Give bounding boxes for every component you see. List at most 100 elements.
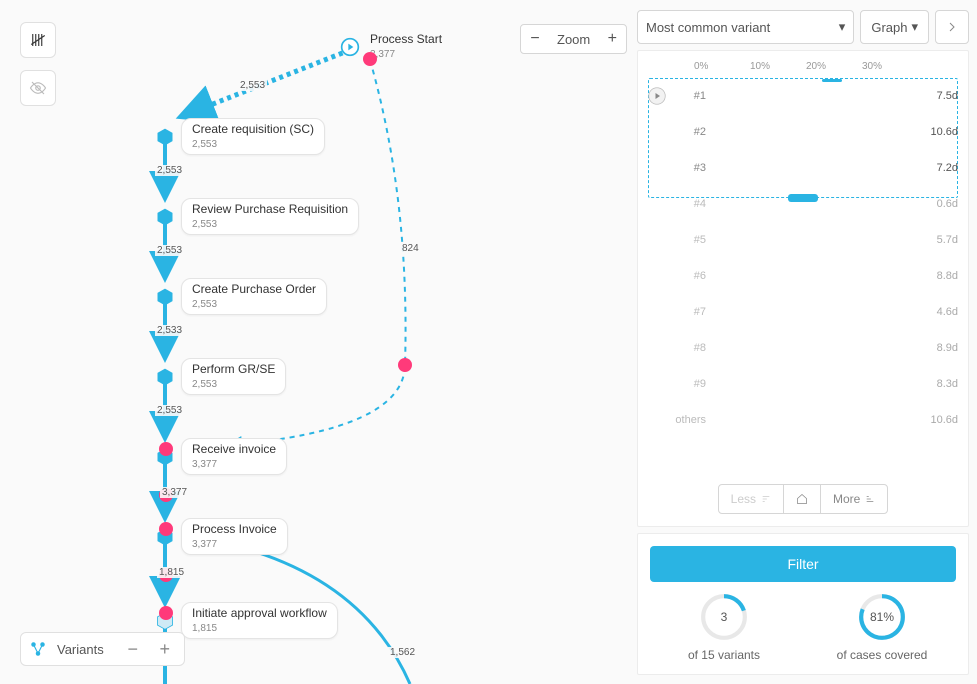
edge-label: 2,553 (155, 405, 184, 416)
bar-wrap (712, 87, 916, 105)
node-process-invoice[interactable]: Process Invoice3,377 (155, 518, 288, 555)
edges-layer (0, 0, 630, 684)
hex-icon (155, 207, 175, 227)
variant-duration: 10.6d (922, 126, 958, 138)
variants-icon (29, 640, 47, 658)
sort-desc-icon (865, 494, 875, 504)
donut-cases: 81% (857, 592, 907, 642)
milestone-dot (159, 606, 173, 620)
node-perform-grse[interactable]: Perform GR/SE2,553 (155, 358, 286, 395)
bar-wrap (712, 267, 916, 285)
variant-rank: #5 (672, 234, 706, 246)
variants-control: Variants − + (20, 632, 185, 666)
bar-wrap (712, 411, 916, 429)
variant-row[interactable]: others 10.6d (648, 402, 958, 438)
milestone-dot (363, 52, 377, 66)
filter-button[interactable]: Filter (650, 546, 956, 582)
edge-label: 1,562 (388, 647, 417, 658)
zoom-in-button[interactable]: + (598, 25, 626, 53)
stat-cases: 81% of cases covered (808, 592, 956, 662)
edge-label: 2,553 (155, 165, 184, 176)
variant-row[interactable]: #6 8.8d (648, 258, 958, 294)
chart-axis: 0%10%20%30% (648, 61, 958, 72)
bar-wrap (712, 159, 916, 177)
variant-rank: #2 (672, 126, 706, 138)
less-button[interactable]: Less (718, 484, 784, 514)
zoom-out-button[interactable]: − (521, 25, 549, 53)
variant-rank: #8 (672, 342, 706, 354)
donut-variants: 3 (699, 592, 749, 642)
sort-asc-icon (761, 494, 771, 504)
node-review-requisition[interactable]: Review Purchase Requisition2,553 (155, 198, 359, 235)
variant-duration: 7.5d (922, 90, 958, 102)
hex-icon (155, 367, 175, 387)
milestone-dot (159, 522, 173, 536)
less-more-controls: Less More (648, 484, 958, 514)
variant-row[interactable]: #2 10.6d (648, 114, 958, 150)
variant-row[interactable]: #37.2d (648, 150, 958, 186)
filter-card: Filter 3 of 15 variants 81% of cases cov… (637, 533, 969, 675)
variant-sort-select[interactable]: Most common variant ▾ (637, 10, 854, 44)
home-button[interactable] (784, 484, 820, 514)
variant-row[interactable]: #8 8.9d (648, 330, 958, 366)
edge-label: 1,815 (157, 567, 186, 578)
bar-wrap (712, 303, 916, 321)
chevron-right-icon (946, 21, 958, 33)
variant-row[interactable]: #5 5.7d (648, 222, 958, 258)
tally-icon (29, 31, 47, 49)
play-icon (648, 87, 666, 105)
eye-off-icon (29, 79, 47, 97)
node-create-requisition[interactable]: Create requisition (SC)2,553 (155, 118, 325, 155)
variant-rank: #1 (672, 90, 706, 102)
bar-wrap (712, 339, 916, 357)
node-receive-invoice[interactable]: Receive invoice3,377 (155, 438, 287, 475)
edge-label: 2,553 (238, 80, 267, 91)
milestone-dot (398, 358, 412, 372)
hex-icon (155, 287, 175, 307)
variant-duration: 0.6d (922, 198, 958, 210)
visibility-button[interactable] (20, 70, 56, 106)
graph-mode-button[interactable]: Graph▾ (860, 10, 929, 44)
process-start-label: Process Start3,377 (366, 30, 446, 63)
edge-label: 2,553 (155, 245, 184, 256)
more-button[interactable]: More (820, 484, 888, 514)
chevron-down-icon: ▾ (911, 19, 918, 35)
hex-icon (155, 127, 175, 147)
variant-duration: 8.8d (922, 270, 958, 282)
variant-row[interactable]: #74.6d (648, 294, 958, 330)
play-icon (340, 37, 360, 57)
variant-row[interactable]: #4 0.6d (648, 186, 958, 222)
bar-wrap (712, 375, 916, 393)
zoom-control: − Zoom + (520, 24, 627, 54)
variant-chart: 0%10%20%30% #1 7.5d #2 10.6d #37.2d #4 0.6d #5 5… (637, 50, 969, 527)
variants-less-button[interactable]: − (122, 638, 144, 660)
milestone-dot (159, 442, 173, 456)
variants-more-button[interactable]: + (154, 638, 176, 660)
edge-label: 824 (400, 243, 421, 254)
variant-duration: 8.3d (922, 378, 958, 390)
bar-wrap (712, 231, 916, 249)
variant-rank: #4 (672, 198, 706, 210)
variant-duration: 10.6d (922, 414, 958, 426)
variants-label: Variants (57, 642, 112, 657)
home-icon (796, 493, 808, 505)
variant-row[interactable]: #1 7.5d (648, 78, 958, 114)
edge-label: 3,377 (160, 487, 189, 498)
variant-duration: 8.9d (922, 342, 958, 354)
bar-wrap (712, 123, 916, 141)
right-panel: Most common variant ▾ Graph▾ 0%10%20%30%… (637, 10, 969, 675)
variant-duration: 4.6d (922, 306, 958, 318)
tally-button[interactable] (20, 22, 56, 58)
process-start-node[interactable]: Process Start3,377 (340, 30, 446, 63)
node-create-po[interactable]: Create Purchase Order2,553 (155, 278, 327, 315)
process-canvas[interactable]: Process Start3,377 Create requisition (S… (0, 0, 630, 684)
zoom-label: Zoom (549, 32, 598, 47)
variant-rank: others (672, 414, 706, 426)
variant-rank: #6 (672, 270, 706, 282)
stat-variants: 3 of 15 variants (650, 592, 798, 662)
edge-label: 2,533 (155, 325, 184, 336)
chevron-down-icon: ▾ (839, 19, 846, 35)
variant-duration: 5.7d (922, 234, 958, 246)
variant-row[interactable]: #98.3d (648, 366, 958, 402)
expand-panel-button[interactable] (935, 10, 969, 44)
